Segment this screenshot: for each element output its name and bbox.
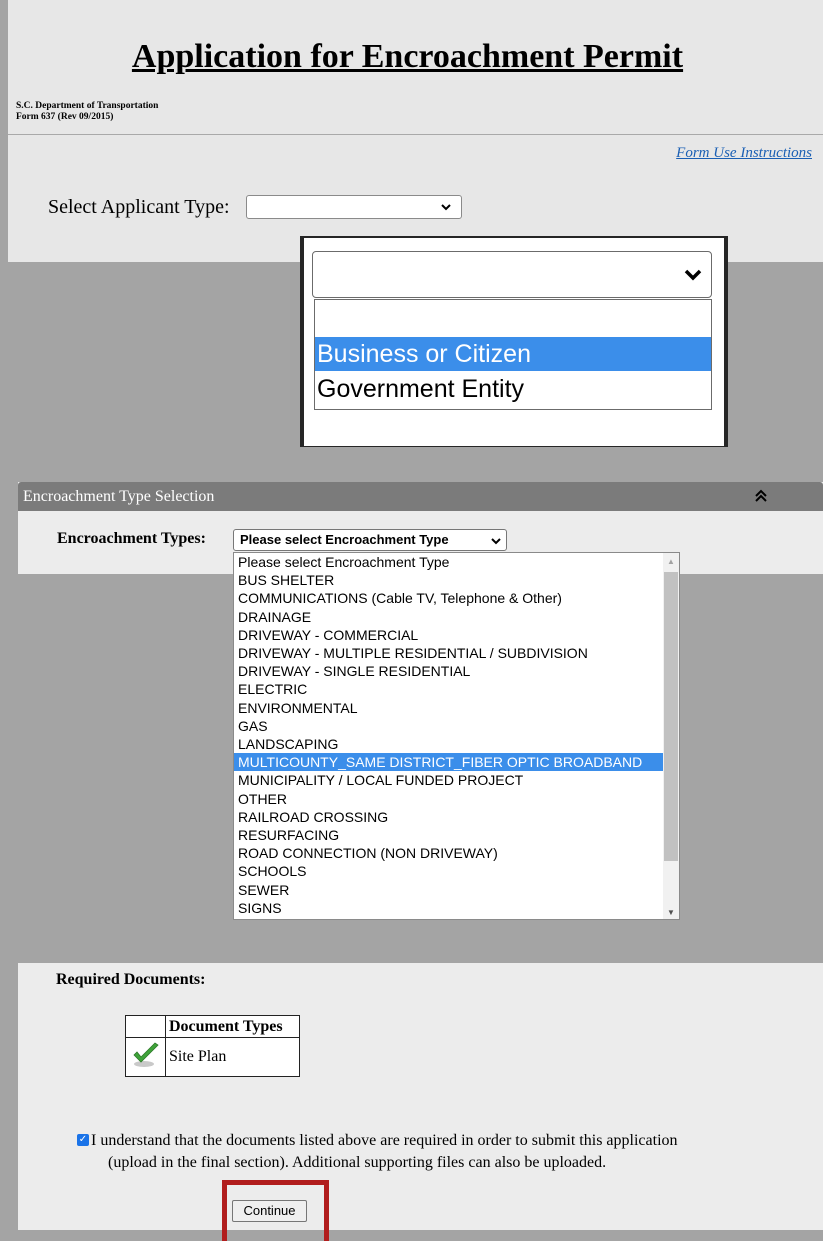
encroachment-option[interactable]: SCHOOLS — [234, 862, 664, 880]
continue-button[interactable]: Continue — [232, 1200, 307, 1222]
header-divider — [8, 134, 823, 135]
scrollbar-thumb[interactable] — [664, 572, 678, 861]
form-number: Form 637 (Rev 09/2015) — [16, 112, 114, 122]
agreement-text-line1: I understand that the documents listed a… — [91, 1132, 678, 1149]
applicant-type-label: Select Applicant Type: — [48, 196, 230, 218]
encroachment-option[interactable]: RESURFACING — [234, 826, 664, 844]
applicant-type-select-zoomed[interactable] — [312, 251, 712, 298]
required-documents-heading: Required Documents: — [56, 971, 206, 988]
encroachment-option[interactable]: DRIVEWAY - COMMERCIAL — [234, 626, 664, 644]
agreement-text-line2: (upload in the final section). Additiona… — [108, 1154, 607, 1171]
column-header: Document Types — [165, 1015, 300, 1038]
scroll-down-arrow-icon[interactable]: ▼ — [665, 907, 677, 919]
encroachment-types-label: Encroachment Types: — [57, 530, 206, 547]
encroachment-type-options: Please select Encroachment Type BUS SHEL… — [233, 552, 680, 920]
encroachment-section-header: Encroachment Type Selection — [18, 482, 823, 511]
encroachment-type-select[interactable]: Please select Encroachment Type — [233, 529, 507, 551]
applicant-type-select[interactable] — [246, 195, 462, 219]
agreement-checkbox[interactable]: ✓ — [77, 1134, 89, 1146]
scroll-up-arrow-icon[interactable]: ▲ — [665, 556, 677, 568]
encroachment-option[interactable]: DRIVEWAY - MULTIPLE RESIDENTIAL / SUBDIV… — [234, 644, 664, 662]
checkmark-icon — [125, 1037, 166, 1077]
encroachment-option[interactable]: DRAINAGE — [234, 608, 664, 626]
encroachment-option[interactable]: Please select Encroachment Type — [234, 553, 664, 571]
chevron-down-icon — [491, 538, 501, 545]
applicant-option-blank[interactable] — [315, 302, 711, 336]
table-header-row: Document Types — [125, 1015, 300, 1038]
encroachment-option[interactable]: RAILROAD CROSSING — [234, 808, 664, 826]
form-instructions-link[interactable]: Form Use Instructions — [676, 145, 812, 162]
encroachment-option[interactable]: LANDSCAPING — [234, 735, 664, 753]
encroachment-option-highlighted[interactable]: MULTICOUNTY_SAME DISTRICT_FIBER OPTIC BR… — [234, 753, 664, 772]
department-name: S.C. Department of Transportation — [16, 101, 159, 111]
table-row: Site Plan — [125, 1037, 300, 1077]
encroachment-option[interactable]: COMMUNICATIONS (Cable TV, Telephone & Ot… — [234, 589, 664, 607]
encroachment-option[interactable]: BUS SHELTER — [234, 571, 664, 589]
required-documents-panel — [18, 963, 823, 1230]
chevron-down-icon — [684, 269, 702, 281]
encroachment-option[interactable]: SEWER — [234, 881, 664, 899]
encroachment-option[interactable]: MUNICIPALITY / LOCAL FUNDED PROJECT — [234, 771, 664, 789]
encroachment-option[interactable]: SIGNS — [234, 899, 664, 917]
document-types-table: Document Types Site Plan — [125, 1015, 300, 1077]
encroachment-option[interactable]: GAS — [234, 717, 664, 735]
encroachment-option[interactable]: ELECTRIC — [234, 680, 664, 698]
chevron-down-icon — [441, 204, 451, 211]
encroachment-option[interactable]: DRIVEWAY - SINGLE RESIDENTIAL — [234, 662, 664, 680]
encroachment-option[interactable]: ENVIRONMENTAL — [234, 699, 664, 717]
applicant-option-government-entity[interactable]: Government Entity — [315, 372, 711, 406]
selected-encroachment-type: Please select Encroachment Type — [240, 532, 449, 547]
page-title: Application for Encroachment Permit — [131, 38, 684, 75]
applicant-option-business-or-citizen[interactable]: Business or Citizen — [315, 337, 711, 371]
applicant-type-options: Business or Citizen Government Entity — [314, 299, 712, 410]
encroachment-option[interactable]: ROAD CONNECTION (NON DRIVEWAY) — [234, 844, 664, 862]
encroachment-option[interactable]: OTHER — [234, 790, 664, 808]
collapse-icon[interactable] — [751, 486, 771, 506]
document-name: Site Plan — [165, 1037, 300, 1077]
